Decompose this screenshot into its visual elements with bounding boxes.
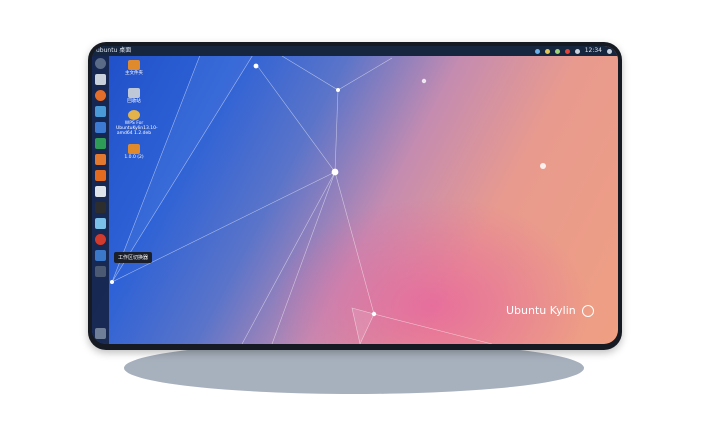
package-icon (128, 110, 140, 120)
calc-icon[interactable] (95, 138, 106, 149)
battery-icon[interactable] (554, 48, 560, 54)
top-panel: ubuntu 桌面 12:34 (92, 46, 618, 56)
desktop-icon-wps-deb[interactable]: WPS For UbuntuKylin13.10-amd64 1.2.deb (116, 110, 158, 136)
settings-icon[interactable] (95, 234, 106, 245)
desktop-icon-label: 主文件夹 (125, 71, 143, 76)
files-icon[interactable] (95, 74, 106, 85)
folder-icon (128, 144, 140, 154)
terminal-icon[interactable] (95, 202, 106, 213)
desktop-icon-label: WPS For UbuntuKylin13.10-amd64 1.2.deb (116, 121, 158, 136)
trash-icon[interactable] (95, 328, 106, 339)
wallpaper-lines (110, 49, 546, 344)
dash-home-icon[interactable] (95, 58, 106, 69)
impress-icon[interactable] (95, 154, 106, 165)
desktop-icon-trash[interactable]: 回收站 (118, 88, 150, 104)
ubuntu-logo-icon (581, 304, 594, 317)
desktop-screen: ubuntu 桌面 12:34 主文件夹 回收站 WPS For UbuntuK… (92, 46, 618, 344)
app-icon[interactable] (95, 186, 106, 197)
app-icon[interactable] (95, 218, 106, 229)
app-icon[interactable] (95, 106, 106, 117)
clock-text[interactable]: 12:34 (585, 46, 602, 56)
workspace-switcher-icon[interactable] (95, 250, 106, 261)
volume-icon[interactable] (574, 48, 580, 54)
brand-text: Ubuntu Kylin (506, 304, 576, 317)
desktop-icon-label: 1.0.0 (2) (124, 155, 144, 160)
power-icon[interactable] (564, 48, 570, 54)
writer-icon[interactable] (95, 122, 106, 133)
desktop-icon-label: 回收站 (127, 99, 141, 104)
topbar-title: ubuntu 桌面 (96, 47, 132, 54)
desktop-icon-home[interactable]: 主文件夹 (118, 60, 150, 76)
folder-icon (128, 60, 140, 70)
network-icon[interactable] (534, 48, 540, 54)
app-icon[interactable] (95, 266, 106, 277)
system-tray: 12:34 (534, 46, 612, 56)
software-center-icon[interactable] (95, 170, 106, 181)
launcher-tooltip: 工作区切换器 (114, 252, 153, 263)
input-method-icon[interactable] (544, 48, 550, 54)
firefox-icon[interactable] (95, 90, 106, 101)
trash-icon (128, 88, 140, 98)
settings-gear-icon[interactable] (607, 48, 612, 54)
ubuntu-kylin-brand: Ubuntu Kylin (506, 304, 594, 317)
launcher-bar (92, 56, 109, 344)
desktop-icon-folder[interactable]: 1.0.0 (2) (118, 144, 150, 160)
